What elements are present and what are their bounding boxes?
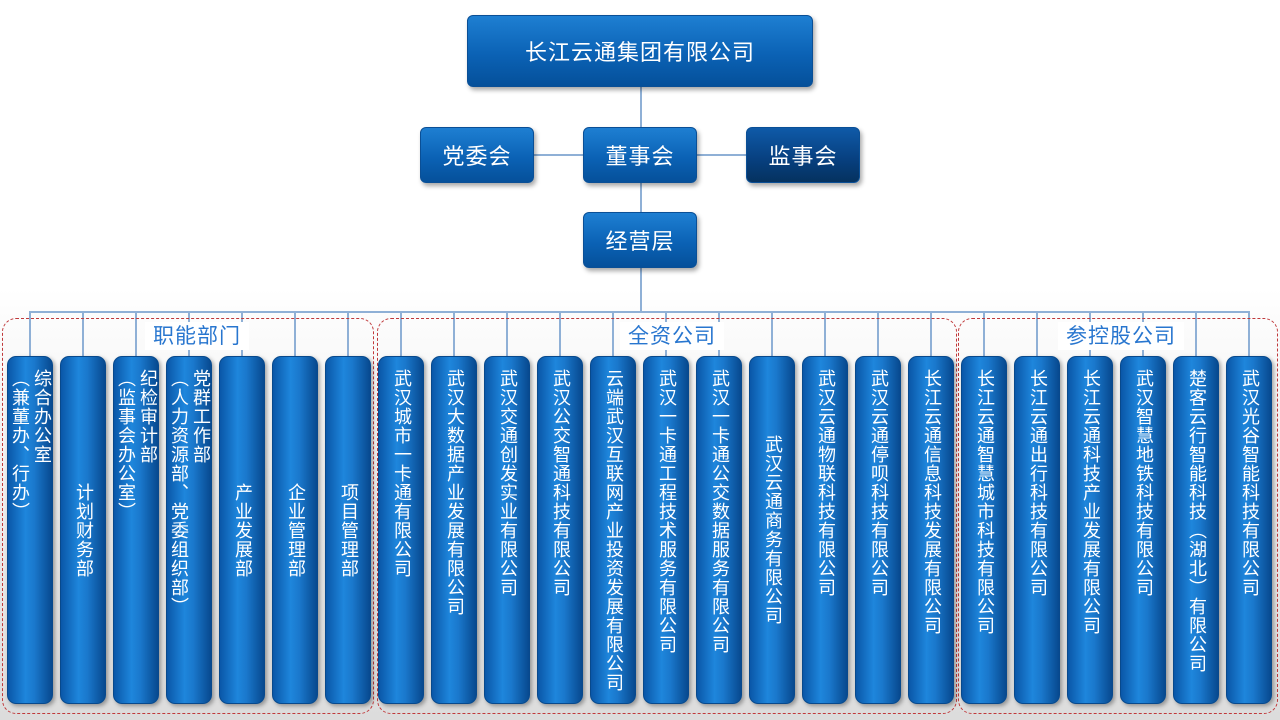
- wholly-owned-company-column[interactable]: 武汉城市一卡通有限公司: [378, 356, 424, 704]
- wholly-owned-company-column[interactable]: 武汉大数据产业发展有限公司: [431, 356, 477, 704]
- connector-trunk: [640, 86, 642, 312]
- wholly-owned-company-column-label: 云端武汉互联网产业投资发展有限公司: [603, 369, 624, 692]
- board-label: 董事会: [605, 145, 675, 170]
- department-column[interactable]: 党群工作部 （人力资源部、党委组织部）: [166, 356, 212, 704]
- holding-company-column[interactable]: 武汉智慧地铁科技有限公司: [1120, 356, 1166, 704]
- wholly-owned-company-column[interactable]: 武汉云通商务有限公司: [749, 356, 795, 704]
- wholly-owned-company-column[interactable]: 武汉一卡通公交数据服务有限公司: [696, 356, 742, 704]
- wholly-owned-company-column[interactable]: 武汉一卡通工程技术服务有限公司: [643, 356, 689, 704]
- department-column[interactable]: 计划财务部: [60, 356, 106, 704]
- wholly-owned-company-column-label: 武汉云通商务有限公司: [762, 435, 783, 625]
- wholly-owned-company-column-label: 武汉交通创发实业有限公司: [497, 369, 518, 597]
- wholly-owned-company-column[interactable]: 云端武汉互联网产业投资发展有限公司: [590, 356, 636, 704]
- company-name: 长江云通集团有限公司: [524, 41, 755, 66]
- management-box[interactable]: 经营层: [583, 212, 697, 268]
- department-column[interactable]: 纪检审计部 （监事会办公室）: [113, 356, 159, 704]
- connector-bus: [30, 311, 1249, 313]
- board-box[interactable]: 董事会: [583, 127, 697, 183]
- holding-company-column-label: 武汉智慧地铁科技有限公司: [1133, 369, 1154, 597]
- wholly-owned-company-column-label: 长江云通信息科技发展有限公司: [921, 369, 942, 635]
- holding-company-column-label: 长江云通智慧城市科技有限公司: [974, 369, 995, 635]
- holding-company-column[interactable]: 武汉光谷智能科技有限公司: [1226, 356, 1272, 704]
- functional-group-label: 职能部门: [145, 322, 249, 350]
- holding-company-column[interactable]: 长江云通科技产业发展有限公司: [1067, 356, 1113, 704]
- wholly-owned-company-column-label: 武汉公交智通科技有限公司: [550, 369, 571, 597]
- holding-company-column-label: 长江云通科技产业发展有限公司: [1080, 369, 1101, 635]
- wholly-owned-group-label: 全资公司: [620, 322, 724, 350]
- holding-company-column[interactable]: 长江云通出行科技有限公司: [1014, 356, 1060, 704]
- wholly-owned-company-column-label: 武汉城市一卡通有限公司: [391, 369, 412, 578]
- department-column-label: 纪检审计部 （监事会办公室）: [115, 369, 158, 521]
- holding-group-label: 参控股公司: [1058, 322, 1184, 350]
- wholly-owned-company-column[interactable]: 武汉交通创发实业有限公司: [484, 356, 530, 704]
- company-box[interactable]: 长江云通集团有限公司: [467, 15, 813, 87]
- supervisory-board-label: 监事会: [768, 145, 838, 170]
- wholly-owned-company-column-label: 武汉云通停呗科技有限公司: [868, 369, 889, 597]
- department-column-label: 综合办公室 （兼董办、行办）: [9, 369, 52, 521]
- holding-company-column[interactable]: 楚客云行智能科技（湖北）有限公司: [1173, 356, 1219, 704]
- holding-company-column-label: 长江云通出行科技有限公司: [1027, 369, 1048, 597]
- department-column[interactable]: 项目管理部: [325, 356, 371, 704]
- wholly-owned-company-column[interactable]: 武汉云通停呗科技有限公司: [855, 356, 901, 704]
- wholly-owned-company-column-label: 武汉一卡通公交数据服务有限公司: [709, 369, 730, 654]
- department-column-label: 企业管理部: [285, 482, 306, 578]
- department-column-label: 项目管理部: [338, 482, 359, 578]
- wholly-owned-company-column-label: 武汉云通物联科技有限公司: [815, 369, 836, 597]
- supervisory-board-box[interactable]: 监事会: [746, 127, 860, 183]
- wholly-owned-company-column-label: 武汉一卡通工程技术服务有限公司: [656, 369, 677, 654]
- party-committee-label: 党委会: [442, 145, 512, 170]
- department-column-label: 产业发展部: [232, 482, 253, 578]
- holding-company-column[interactable]: 长江云通智慧城市科技有限公司: [961, 356, 1007, 704]
- wholly-owned-company-column[interactable]: 武汉公交智通科技有限公司: [537, 356, 583, 704]
- department-column-label: 计划财务部: [73, 482, 94, 578]
- party-committee-box[interactable]: 党委会: [420, 127, 534, 183]
- department-column[interactable]: 综合办公室 （兼董办、行办）: [7, 356, 53, 704]
- department-column-label: 党群工作部 （人力资源部、党委组织部）: [168, 369, 211, 616]
- wholly-owned-company-column[interactable]: 长江云通信息科技发展有限公司: [908, 356, 954, 704]
- wholly-owned-company-column[interactable]: 武汉云通物联科技有限公司: [802, 356, 848, 704]
- department-column[interactable]: 企业管理部: [272, 356, 318, 704]
- management-label: 经营层: [605, 230, 675, 255]
- holding-company-column-label: 楚客云行智能科技（湖北）有限公司: [1186, 369, 1207, 673]
- holding-company-column-label: 武汉光谷智能科技有限公司: [1239, 369, 1260, 597]
- department-column[interactable]: 产业发展部: [219, 356, 265, 704]
- wholly-owned-company-column-label: 武汉大数据产业发展有限公司: [444, 369, 465, 616]
